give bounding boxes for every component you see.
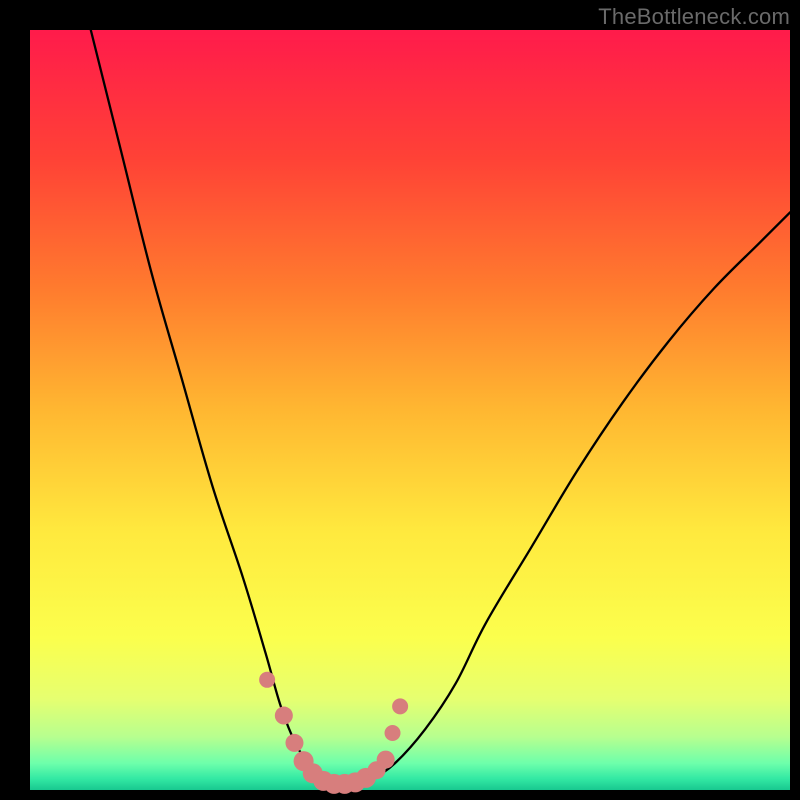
highlight-dot: [285, 734, 303, 752]
plot-area: [30, 30, 790, 790]
highlight-dot: [392, 698, 408, 714]
highlight-dot: [259, 672, 275, 688]
highlight-dot: [385, 725, 401, 741]
chart-svg: [0, 0, 800, 800]
highlight-dot: [275, 707, 293, 725]
chart-stage: TheBottleneck.com: [0, 0, 800, 800]
highlight-dot: [377, 751, 395, 769]
